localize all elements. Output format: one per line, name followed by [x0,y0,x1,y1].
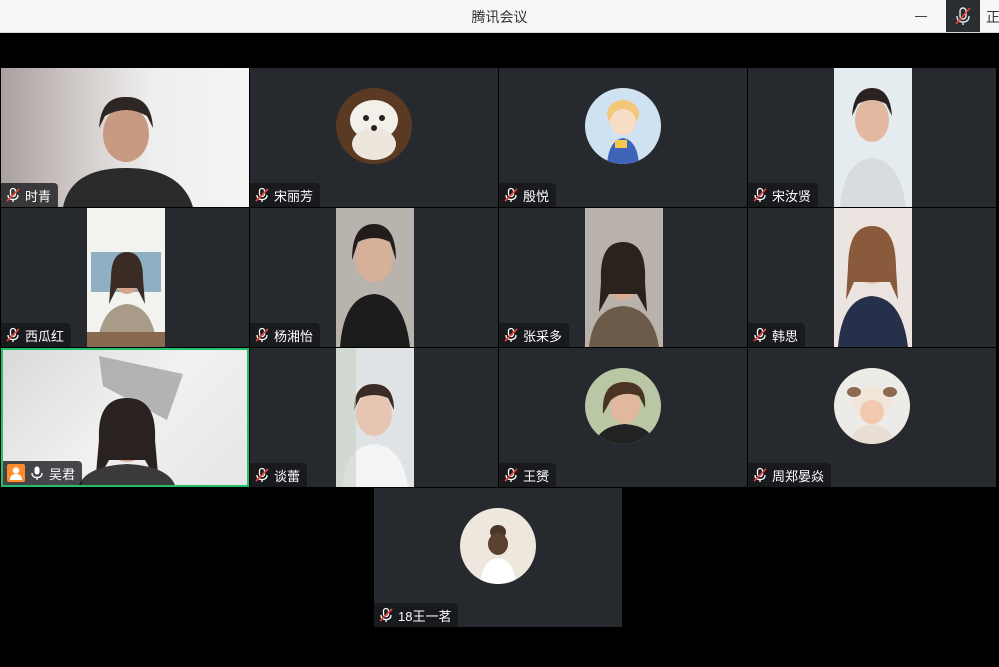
participant-name: 宋汝贤 [772,188,812,204]
video-grid: 时青 宋丽芳 殷悦 宋汝贤 西瓜红 杨湘怡 张采多 韩思 吴君 谈蕾 王赟 周郑… [1,33,998,666]
participant-video [87,208,165,347]
name-tag: 杨湘怡 [250,323,321,347]
minimize-button[interactable] [906,4,936,28]
participant-name: 张采多 [523,328,563,344]
participant-name: 18王一茗 [398,608,452,624]
participant-video [834,68,912,207]
muted-mic-icon [753,327,767,342]
participant-name: 时青 [25,188,52,204]
participant-tile[interactable]: 宋汝贤 [748,68,996,207]
mic-on-icon [31,466,43,480]
muted-mic-icon [255,187,269,202]
participant-tile[interactable]: 时青 [1,68,249,207]
muted-mic-icon [955,7,971,25]
muted-mic-icon [504,327,518,342]
name-tag: 谈蕾 [250,463,308,487]
participant-tile[interactable]: 18王一茗 [374,488,622,627]
participant-name: 殷悦 [523,188,550,204]
muted-mic-icon [504,467,518,482]
participant-video [336,208,414,347]
window-title: 腾讯会议 [471,9,528,25]
participant-tile[interactable]: 宋丽芳 [250,68,498,207]
participant-name: 谈蕾 [274,468,301,484]
participant-video [834,208,912,347]
poodle-dog-avatar [336,88,412,164]
participant-tile[interactable]: 张采多 [499,208,747,347]
name-tag: 吴君 [3,461,83,485]
participant-video [585,208,663,347]
participant-name: 韩思 [772,328,799,344]
participant-tile[interactable]: 殷悦 [499,68,747,207]
participant-name: 杨湘怡 [274,328,314,344]
participant-tile-active-speaker[interactable]: 吴君 [1,348,249,487]
participant-tile[interactable]: 谈蕾 [250,348,498,487]
muted-mic-icon [753,467,767,482]
woman-photo-avatar [585,368,661,444]
name-tag: 宋丽芳 [250,183,321,207]
muted-mic-icon [6,327,20,342]
participant-name: 宋丽芳 [274,188,314,204]
participant-tile[interactable]: 杨湘怡 [250,208,498,347]
name-tag: 时青 [1,183,59,207]
name-tag: 西瓜红 [1,323,72,347]
participant-tile[interactable]: 王赟 [499,348,747,487]
cartoon-girl-avatar [585,88,661,164]
muted-mic-icon [6,187,20,202]
name-tag: 周郑晏焱 [748,463,832,487]
participant-name: 吴君 [49,466,76,482]
participant-name: 周郑晏焱 [772,468,825,484]
name-tag: 宋汝贤 [748,183,819,207]
name-tag: 韩思 [748,323,806,347]
muted-mic-icon [753,187,767,202]
window-corner-label: 正 [986,9,999,25]
name-tag: 殷悦 [499,183,557,207]
mute-all-button[interactable] [946,0,980,32]
title-bar: 腾讯会议 正 [0,0,999,33]
name-tag: 张采多 [499,323,570,347]
participant-video [336,348,414,487]
muted-mic-icon [504,187,518,202]
host-icon [7,464,25,482]
woman-back-photo-avatar [460,508,536,584]
muted-mic-icon [255,327,269,342]
muted-mic-icon [255,467,269,482]
muted-mic-icon [379,607,393,622]
name-tag: 18王一茗 [374,603,459,627]
baby-photo-avatar [834,368,910,444]
participant-name: 王赟 [523,468,550,484]
participant-tile[interactable]: 韩思 [748,208,996,347]
participant-tile[interactable]: 西瓜红 [1,208,249,347]
participant-tile[interactable]: 周郑晏焱 [748,348,996,487]
name-tag: 王赟 [499,463,557,487]
participant-name: 西瓜红 [25,328,65,344]
